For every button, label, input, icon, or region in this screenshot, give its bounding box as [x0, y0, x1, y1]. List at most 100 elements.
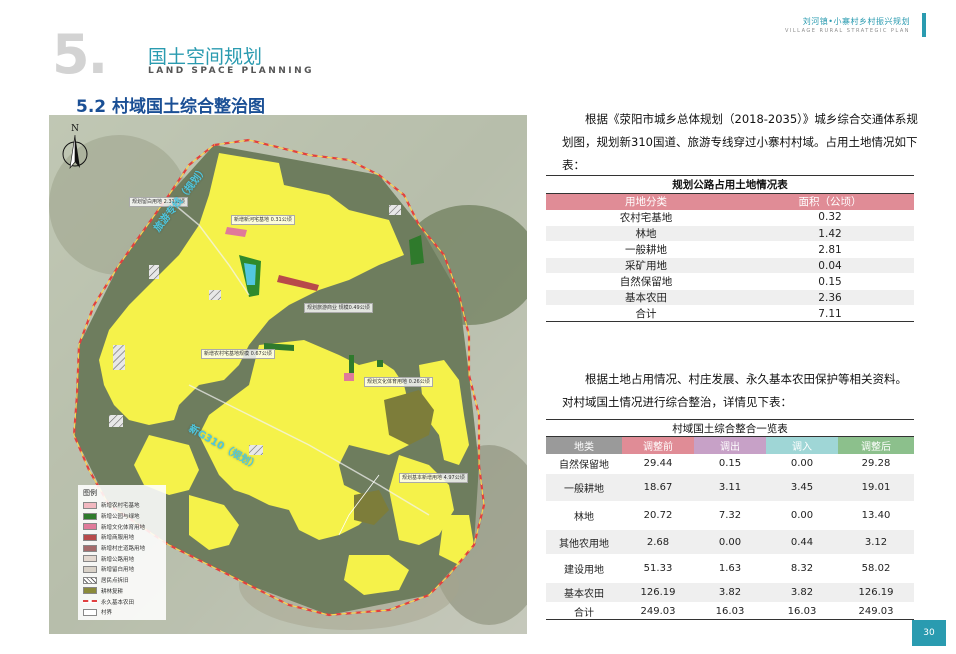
- table2-header: 调整前: [622, 436, 694, 454]
- table-cell: 249.03: [838, 602, 914, 620]
- legend-item: 新增农村宅基地: [83, 500, 161, 511]
- legend-item: 居民点拆旧: [83, 575, 161, 586]
- table-cell: 3.45: [766, 473, 838, 502]
- legend-item: 耕林复耕: [83, 586, 161, 597]
- table-cell: 林地: [546, 225, 746, 242]
- table-cell: 126.19: [622, 582, 694, 603]
- table-cell: 13.40: [838, 501, 914, 530]
- table-cell: 20.72: [622, 501, 694, 530]
- legend-swatch: [83, 501, 97, 509]
- table-row: 基本农田 126.19 3.82 3.82 126.19: [546, 582, 914, 603]
- table-cell: 7.11: [746, 305, 914, 322]
- table-cell: 农村宅基地: [546, 209, 746, 226]
- table-cell: 0.04: [746, 257, 914, 274]
- table-cell: 0.44: [766, 529, 838, 555]
- map-label-tourism-commerce: 规划旅游商业 规模0.49公顷: [304, 303, 373, 313]
- map-label-new-land: 规划基本新增用地 4.97公顷: [399, 473, 468, 483]
- legend-item: 新增文化体育用地: [83, 521, 161, 532]
- legend-swatch: [83, 587, 97, 595]
- table-row: 其他农用地 2.68 0.00 0.44 3.12: [546, 529, 914, 555]
- table-cell: 基本农田: [546, 289, 746, 306]
- table-cell: 2.68: [622, 529, 694, 555]
- legend-swatch: [83, 608, 97, 616]
- table1-header: 用地分类: [546, 193, 746, 210]
- table-cell: 3.82: [694, 582, 766, 603]
- legend-item: 新增商服用地: [83, 532, 161, 543]
- legend-swatch: [83, 576, 97, 584]
- table-cell: 29.28: [838, 453, 914, 474]
- chapter-title-en: LAND SPACE PLANNING: [148, 66, 315, 76]
- legend-label: 耕林复耕: [101, 588, 124, 595]
- table-cell: 58.02: [838, 554, 914, 583]
- table-cell: 18.67: [622, 473, 694, 502]
- chapter-number: 5.: [52, 23, 108, 86]
- legend-swatch: [83, 600, 97, 604]
- legend-swatch: [83, 512, 97, 520]
- table-cell: 1.63: [694, 554, 766, 583]
- table-row: 基本农田 2.36: [546, 289, 914, 306]
- legend-swatch: [83, 533, 97, 541]
- table1-caption: 规划公路占用土地情况表: [546, 175, 914, 194]
- table-cell: 3.12: [838, 529, 914, 555]
- page-number: 30: [912, 620, 946, 646]
- legend-swatch: [83, 544, 97, 552]
- table-cell: 基本农田: [546, 582, 622, 603]
- table-cell: 自然保留地: [546, 453, 622, 474]
- consolidation-text: 根据土地占用情况、村庄发展、永久基本农田保护等相关资料。对村域国土情况进行综合整…: [562, 372, 907, 409]
- header-title: 刘河镇•小寨村乡村振兴规划: [802, 17, 910, 26]
- table-cell: 8.32: [766, 554, 838, 583]
- table-cell: 29.44: [622, 453, 694, 474]
- legend-swatch: [83, 523, 97, 531]
- table-cell: 7.32: [694, 501, 766, 530]
- legend-item: 新增留白用地: [83, 564, 161, 575]
- table-cell: 19.01: [838, 473, 914, 502]
- legend-label: 新增公路用地: [101, 556, 135, 563]
- table-row: 一般耕地 2.81: [546, 241, 914, 258]
- legend-swatch: [83, 565, 97, 573]
- table-row: 建设用地 51.33 1.63 8.32 58.02: [546, 554, 914, 583]
- table-cell: 0.00: [766, 453, 838, 474]
- table-cell: 林地: [546, 501, 622, 530]
- legend-label: 新增村庄道路用地: [101, 546, 146, 553]
- map-label-new-homestead: 新增新河宅基地 0.31公顷: [231, 215, 295, 225]
- legend-title: 图例: [83, 489, 97, 497]
- table-cell: 合计: [546, 602, 622, 620]
- table-cell: 一般耕地: [546, 473, 622, 502]
- table-row: 自然保留地 0.15: [546, 273, 914, 290]
- consolidation-paragraph: 根据土地占用情况、村庄发展、永久基本农田保护等相关资料。对村域国土情况进行综合整…: [562, 368, 918, 414]
- table-cell: 2.81: [746, 241, 914, 258]
- table-cell: 0.15: [694, 453, 766, 474]
- table-row: 农村宅基地 0.32: [546, 209, 914, 226]
- table2-header: 地类: [546, 436, 622, 454]
- table-cell: 249.03: [622, 602, 694, 620]
- intro-paragraph: 根据《荥阳市城乡总体规划（2018-2035）》城乡综合交通体系规划图，规划新3…: [562, 108, 918, 177]
- road-land-use-table: 规划公路占用土地情况表 用地分类 面积（公顷） 农村宅基地 0.32 林地 1.42…: [546, 175, 914, 322]
- table-cell: 0.00: [694, 529, 766, 555]
- legend-label: 新增留白用地: [101, 567, 135, 574]
- table-row: 林地 20.72 7.32 0.00 13.40: [546, 501, 914, 530]
- legend-label: 新增公园与绿地: [101, 514, 140, 521]
- table2-header: 调出: [694, 436, 766, 454]
- legend-label: 新增农村宅基地: [101, 503, 140, 510]
- legend-item: 新增公园与绿地: [83, 511, 161, 522]
- table-row: 合计 249.03 16.03 16.03 249.03: [546, 602, 914, 620]
- legend-item: 新增公路用地: [83, 553, 161, 564]
- legend-label: 居民点拆旧: [101, 578, 129, 585]
- table-cell: 126.19: [838, 582, 914, 603]
- table-cell: 建设用地: [546, 554, 622, 583]
- table-row: 林地 1.42: [546, 225, 914, 242]
- table-cell: 0.32: [746, 209, 914, 226]
- table-cell: 3.82: [766, 582, 838, 603]
- north-label: N: [71, 124, 79, 134]
- table-cell: 3.11: [694, 473, 766, 502]
- table-cell: 51.33: [622, 554, 694, 583]
- legend-label: 永久基本农田: [101, 599, 135, 606]
- table-row: 自然保留地 29.44 0.15 0.00 29.28: [546, 453, 914, 474]
- table-cell: 合计: [546, 305, 746, 322]
- table-cell: 一般耕地: [546, 241, 746, 258]
- legend-label: 新增文化体育用地: [101, 524, 146, 531]
- table2-header: 调整后: [838, 436, 914, 454]
- legend-label: 村界: [101, 610, 113, 617]
- table-cell: 0.15: [746, 273, 914, 290]
- section-title: 5.2 村域国土综合整治图: [76, 97, 266, 117]
